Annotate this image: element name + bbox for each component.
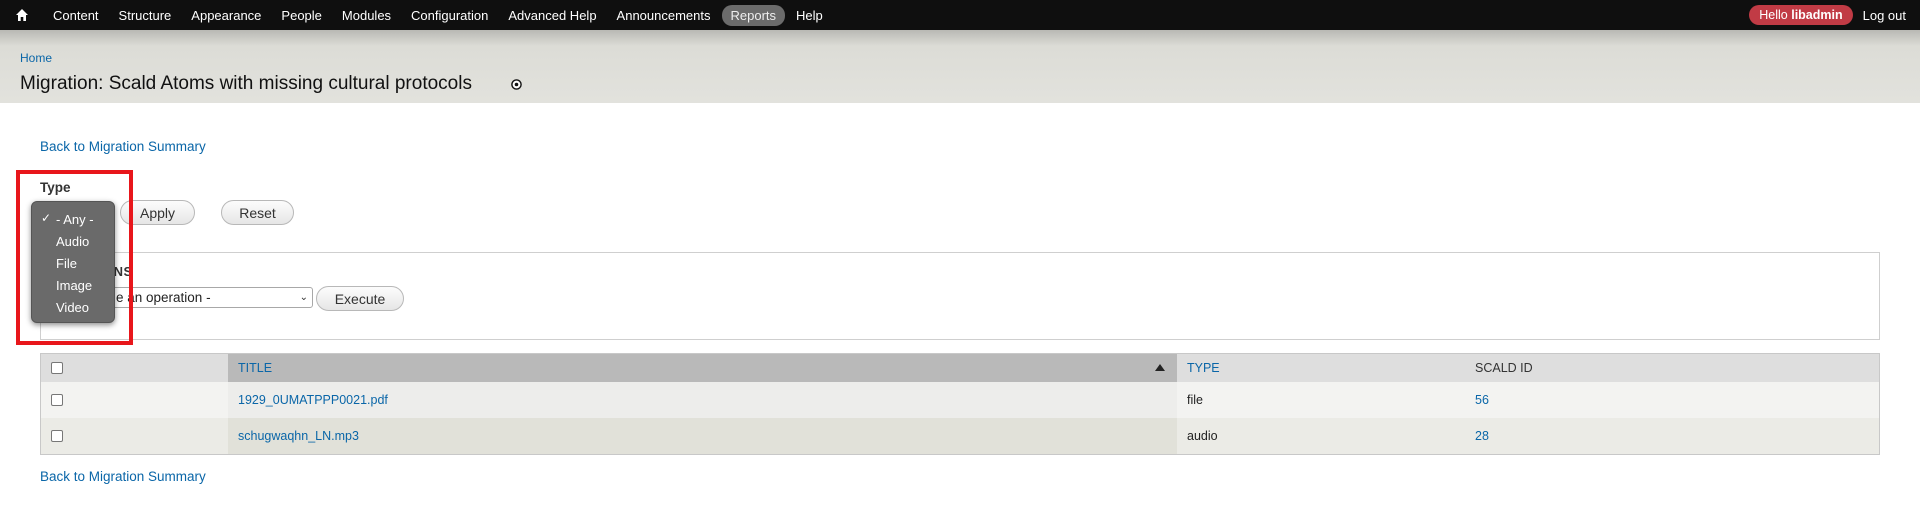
operation-select[interactable]: e an operation - ⌄ bbox=[111, 287, 313, 308]
type-option-audio[interactable]: Audio bbox=[32, 230, 114, 252]
table-row: 1929_0UMATPPP0021.pdf file 56 bbox=[41, 382, 1879, 418]
back-to-summary-link[interactable]: Back to Migration Summary bbox=[40, 139, 206, 154]
row-scald-id-link[interactable]: 28 bbox=[1475, 429, 1489, 443]
type-option-any[interactable]: ✓ - Any - bbox=[32, 208, 114, 230]
toolbar-item-appearance[interactable]: Appearance bbox=[182, 5, 270, 26]
operations-fieldset: ONS e an operation - ⌄ Execute bbox=[40, 252, 1880, 340]
column-header-scald-id: SCALD ID bbox=[1465, 354, 1879, 382]
row-checkbox[interactable] bbox=[51, 430, 63, 442]
option-label: Video bbox=[56, 299, 90, 315]
toolbar-item-structure[interactable]: Structure bbox=[110, 5, 181, 26]
row-type: file bbox=[1187, 393, 1203, 407]
option-label: File bbox=[56, 255, 77, 271]
type-option-video[interactable]: Video bbox=[32, 296, 114, 318]
results-table: TITLE TYPE SCALD ID 1929_0UMATPPP0021.pd… bbox=[40, 353, 1880, 455]
toolbar-item-modules[interactable]: Modules bbox=[333, 5, 400, 26]
row-checkbox[interactable] bbox=[51, 394, 63, 406]
sort-ascending-icon bbox=[1155, 364, 1165, 371]
row-title-link[interactable]: schugwaqhn_LN.mp3 bbox=[238, 429, 359, 443]
toolbar-item-advanced-help[interactable]: Advanced Help bbox=[499, 5, 605, 26]
user-greeting-badge[interactable]: Hello libadmin bbox=[1749, 5, 1853, 25]
toolbar-item-people[interactable]: People bbox=[272, 5, 330, 26]
column-header-title[interactable]: TITLE bbox=[228, 354, 1177, 382]
page-header: Home Migration: Scald Atoms with missing… bbox=[0, 30, 1920, 103]
option-label: Audio bbox=[56, 233, 90, 249]
row-type: audio bbox=[1187, 429, 1218, 443]
apply-button[interactable]: Apply bbox=[120, 200, 195, 225]
back-to-summary-link-bottom[interactable]: Back to Migration Summary bbox=[40, 469, 206, 484]
add-shortcut-icon[interactable] bbox=[511, 79, 522, 90]
toolbar-item-help[interactable]: Help bbox=[787, 5, 832, 26]
option-label: - Any - bbox=[56, 211, 94, 227]
toolbar-item-content[interactable]: Content bbox=[44, 5, 108, 26]
username: libadmin bbox=[1791, 8, 1843, 22]
admin-toolbar: Content Structure Appearance People Modu… bbox=[0, 0, 1920, 30]
column-header-type[interactable]: TYPE bbox=[1177, 354, 1465, 382]
breadcrumb-home[interactable]: Home bbox=[20, 51, 52, 65]
toolbar-item-configuration[interactable]: Configuration bbox=[402, 5, 497, 26]
option-label: Image bbox=[56, 277, 93, 293]
title-header-label: TITLE bbox=[238, 361, 273, 375]
row-scald-id-link[interactable]: 56 bbox=[1475, 393, 1489, 407]
home-icon[interactable] bbox=[0, 0, 44, 30]
toolbar-item-announcements[interactable]: Announcements bbox=[608, 5, 720, 26]
type-option-file[interactable]: File bbox=[32, 252, 114, 274]
type-header-label: TYPE bbox=[1187, 361, 1220, 375]
table-row: schugwaqhn_LN.mp3 audio 28 bbox=[41, 418, 1879, 454]
reset-button[interactable]: Reset bbox=[221, 200, 294, 225]
row-title-link[interactable]: 1929_0UMATPPP0021.pdf bbox=[238, 393, 388, 407]
greeting-prefix: Hello bbox=[1759, 8, 1792, 22]
scald-id-header-label: SCALD ID bbox=[1475, 361, 1533, 375]
page-title: Migration: Scald Atoms with missing cult… bbox=[20, 73, 472, 94]
table-header-row: TITLE TYPE SCALD ID bbox=[41, 354, 1879, 382]
logout-link[interactable]: Log out bbox=[1863, 8, 1906, 23]
type-option-image[interactable]: Image bbox=[32, 274, 114, 296]
type-filter-label: Type bbox=[40, 180, 71, 195]
operation-select-value: e an operation - bbox=[116, 290, 211, 305]
select-all-checkbox[interactable] bbox=[51, 362, 63, 374]
type-dropdown-menu: ✓ - Any - Audio File Image Video bbox=[31, 201, 115, 323]
execute-button[interactable]: Execute bbox=[316, 286, 404, 311]
checkmark-icon: ✓ bbox=[41, 211, 52, 225]
chevron-down-icon: ⌄ bbox=[299, 292, 308, 303]
toolbar-item-reports[interactable]: Reports bbox=[721, 4, 786, 26]
